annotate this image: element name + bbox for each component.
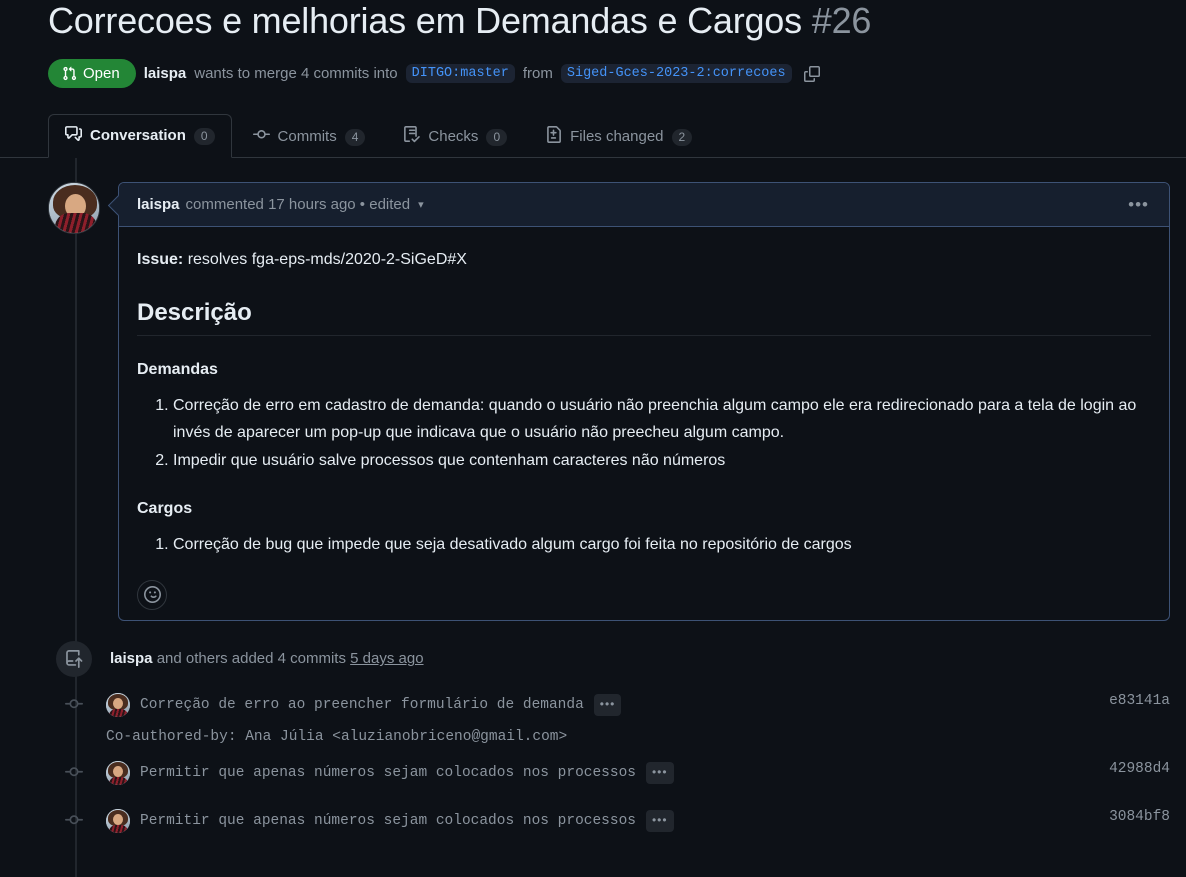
timeline-event-commits-pushed: laispa and others added 4 commits 5 days… [48, 640, 1170, 677]
git-commit-icon [252, 126, 270, 148]
tab-label: Commits [277, 128, 337, 146]
tab-checks[interactable]: Checks 0 [386, 115, 524, 158]
section-list-cargos: Correção de bug que impede que seja desa… [137, 532, 1151, 558]
list-item: Correção de bug que impede que seja desa… [173, 532, 1151, 558]
status-badge[interactable]: Open [48, 59, 136, 89]
tab-counter: 0 [486, 129, 508, 146]
pr-header: Correcoes e melhorias em Demandas e Carg… [0, 0, 1186, 89]
commit-message[interactable]: Correção de erro ao preencher formulário… [140, 697, 584, 713]
list-item: Impedir que usuário salve processos que … [173, 448, 1151, 474]
tab-label: Conversation [90, 127, 186, 145]
avatar[interactable] [106, 692, 130, 717]
pr-title-text: Correcoes e melhorias em Demandas e Carg… [48, 0, 802, 41]
repo-push-icon [56, 640, 92, 677]
push-event-author[interactable]: laispa [110, 650, 153, 667]
tab-label: Files changed [570, 128, 664, 146]
commit-row: Permitir que apenas números sejam coloca… [48, 760, 1170, 793]
status-badge-label: Open [83, 65, 120, 83]
avatar[interactable] [48, 182, 100, 235]
issue-value: resolves fga-eps-mds/2020-2-SiGeD#X [187, 251, 467, 269]
tab-label: Checks [428, 128, 479, 146]
pr-author[interactable]: laispa [144, 65, 187, 82]
commit-message[interactable]: Permitir que apenas números sejam coloca… [140, 765, 636, 781]
push-event-description: and others added 4 commits [156, 650, 346, 668]
merge-text-before-base: wants to merge 4 commits into [194, 65, 398, 83]
commit-list: Correção de erro ao preencher formulário… [48, 692, 1170, 841]
commit-coauthor: Co-authored-by: Ana Júlia <aluzianobrice… [106, 728, 568, 745]
checklist-icon [403, 126, 421, 148]
comment-body: Issue: resolves fga-eps-mds/2020-2-SiGeD… [119, 227, 1169, 620]
tab-counter: 2 [671, 129, 693, 146]
copy-icon[interactable] [800, 62, 824, 86]
avatar[interactable] [106, 760, 130, 785]
commit-menu-button[interactable]: ••• [593, 693, 622, 716]
comment-author[interactable]: laispa [137, 196, 180, 213]
push-event-text: laispa and others added 4 commits 5 days… [110, 650, 424, 667]
section-heading-cargos: Cargos [137, 499, 193, 517]
commit-menu-button[interactable]: ••• [645, 809, 674, 832]
description-heading: Descrição [137, 299, 1151, 337]
git-commit-node-icon [56, 809, 92, 831]
pr-subheader: Open laispa wants to merge 4 commits int… [48, 59, 1170, 89]
tab-commits[interactable]: Commits 4 [236, 115, 383, 158]
pr-timeline: laispa commented 17 hours ago • edited ▾… [0, 158, 1186, 877]
pr-number: #26 [811, 0, 872, 41]
base-branch-label[interactable]: DITGO:master [405, 64, 515, 84]
list-item: Correção de erro em cadastro de demanda:… [173, 393, 1151, 446]
commit-sha[interactable]: e83141a [1093, 693, 1170, 709]
comment-item: laispa commented 17 hours ago • edited ▾… [48, 182, 1170, 621]
tab-counter: 4 [344, 129, 366, 146]
comment-menu-button[interactable]: ••• [1120, 194, 1157, 215]
comment-discussion-icon [65, 125, 82, 147]
git-commit-node-icon [56, 761, 92, 783]
commit-row: Permitir que apenas números sejam coloca… [48, 808, 1170, 841]
comment-meta: commented 17 hours ago • edited [185, 196, 411, 214]
section-list-demandas: Correção de erro em cadastro de demanda:… [137, 393, 1151, 474]
tab-conversation[interactable]: Conversation 0 [48, 114, 232, 159]
commit-row: Correção de erro ao preencher formulário… [48, 692, 1170, 745]
avatar[interactable] [106, 808, 130, 833]
git-pull-request-icon [62, 66, 77, 81]
page-title: Correcoes e melhorias em Demandas e Carg… [48, 0, 1170, 41]
commit-sha[interactable]: 3084bf8 [1093, 809, 1170, 825]
tab-files-changed[interactable]: Files changed 2 [528, 115, 709, 158]
commit-message[interactable]: Permitir que apenas números sejam coloca… [140, 813, 636, 829]
comment-bubble: laispa commented 17 hours ago • edited ▾… [118, 182, 1170, 621]
push-event-time-link[interactable]: 5 days ago [350, 650, 423, 667]
issue-label: Issue: [137, 251, 184, 269]
head-branch-label[interactable]: Siged-Gces-2023-2:correcoes [560, 64, 792, 84]
chevron-down-icon[interactable]: ▾ [418, 198, 424, 211]
file-diff-icon [545, 126, 562, 148]
smiley-icon[interactable] [137, 579, 167, 610]
section-heading-demandas: Demandas [137, 361, 218, 379]
git-commit-node-icon [56, 693, 92, 715]
commit-menu-button[interactable]: ••• [645, 761, 674, 784]
issue-line: Issue: resolves fga-eps-mds/2020-2-SiGeD… [137, 251, 1151, 269]
pr-tabs: Conversation 0 Commits 4 Checks 0 Files … [0, 110, 1186, 159]
commit-sha[interactable]: 42988d4 [1093, 761, 1170, 777]
tab-counter: 0 [193, 128, 215, 145]
comment-header: laispa commented 17 hours ago • edited ▾… [119, 183, 1169, 228]
merge-text-before-head: from [522, 65, 553, 83]
